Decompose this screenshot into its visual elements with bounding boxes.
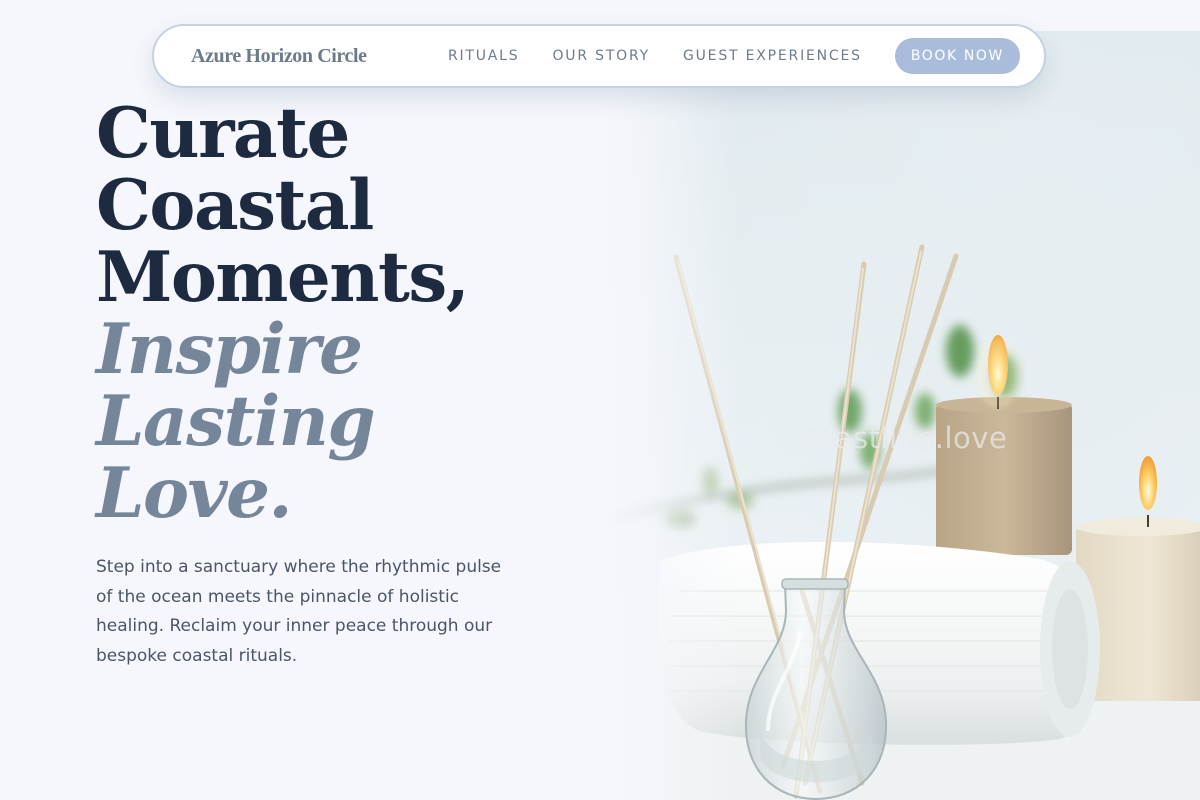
headline-italic-line-2: Lasting [96,381,376,462]
headline-line-3: Moments, [96,237,470,318]
hero-headline: Curate Coastal Moments, Inspire Lasting … [96,93,470,534]
spa-still-life-illustration [600,244,1200,800]
hero-image: coastline.love [600,31,1200,800]
nav-link-our-story[interactable]: OUR STORY [552,48,650,64]
headline-line-2: Coastal [96,165,374,246]
nav-link-guest-experiences[interactable]: GUEST EXPERIENCES [683,48,862,64]
nav-links: RITUALS OUR STORY GUEST EXPERIENCES BOOK… [448,38,1020,74]
headline-italic-line-3: Love. [96,453,293,534]
hero-intro-text: Step into a sanctuary where the rhythmic… [96,557,502,666]
book-now-button[interactable]: BOOK NOW [894,38,1020,74]
brand-logo[interactable]: Azure Horizon Circle [191,45,367,68]
headline-italic-line-1: Inspire [96,309,363,390]
image-watermark: coastline.love [800,421,1008,455]
headline-line-1: Curate [96,93,350,174]
top-navigation: Azure Horizon Circle RITUALS OUR STORY G… [152,24,1046,88]
nav-link-rituals[interactable]: RITUALS [448,48,520,64]
